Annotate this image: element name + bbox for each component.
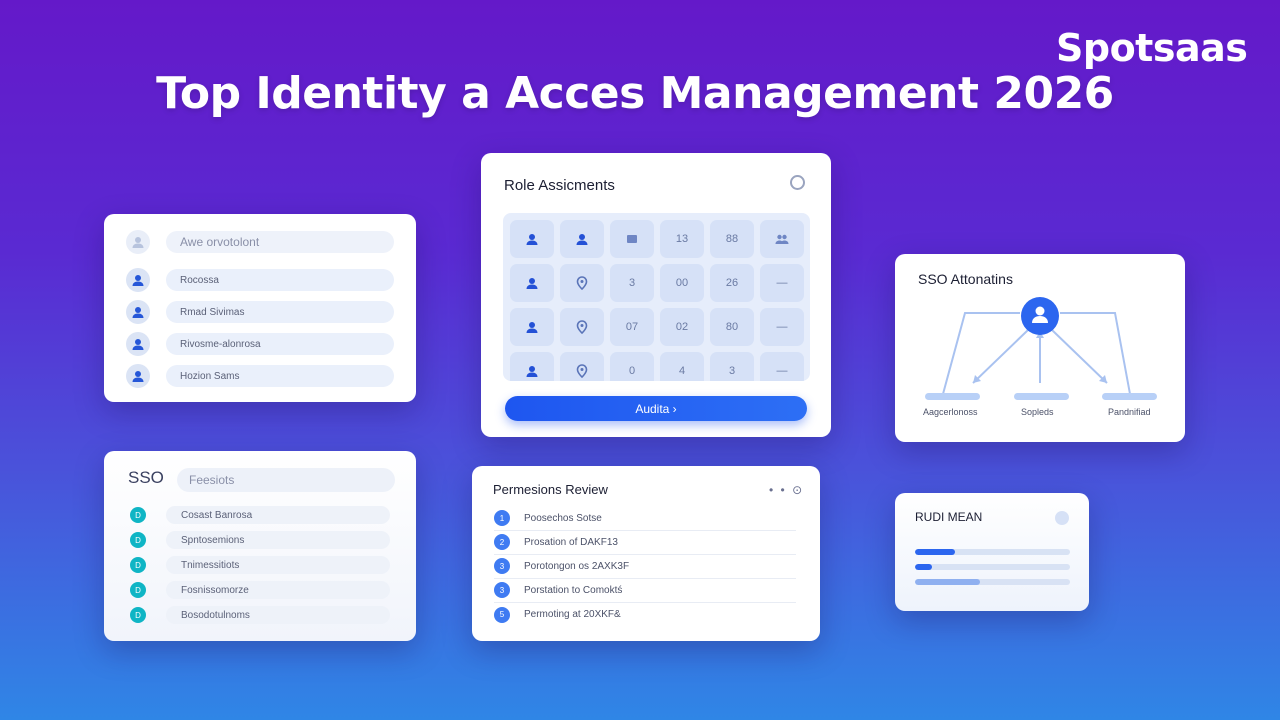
progress-fill (915, 564, 933, 570)
user-search[interactable]: Awe orvotolont (126, 230, 394, 254)
permission-row[interactable]: 3 Porotongon os 2AXK3F (494, 554, 796, 579)
session-row[interactable]: D Cosast Banrosa (130, 506, 390, 524)
user-icon[interactable] (510, 308, 554, 346)
square-icon[interactable] (610, 220, 654, 258)
progress-bar (915, 549, 1070, 555)
status-badge: D (130, 557, 146, 573)
session-row[interactable]: D Spntosemions (130, 531, 390, 549)
role-cell[interactable]: 4 (660, 352, 704, 381)
pin-icon[interactable] (560, 308, 604, 346)
search-input[interactable]: Feesiots (177, 468, 395, 492)
pin-icon[interactable] (560, 352, 604, 381)
session-name: Cosast Banrosa (166, 506, 390, 524)
permission-row[interactable]: 1 Poosechos Sotse (494, 506, 796, 531)
card-title: RUDI MEAN (915, 510, 983, 524)
user-name: Rocossa (166, 269, 394, 291)
status-badge: D (130, 507, 146, 523)
user-row[interactable]: Rocossa (126, 268, 394, 292)
permission-row[interactable]: 5 Permoting at 20XKF& (494, 602, 796, 627)
pin-icon[interactable] (560, 264, 604, 302)
user-icon[interactable] (510, 352, 554, 381)
session-name: Bosodotulnoms (166, 606, 390, 624)
user-name: Rivosme-alonrosa (166, 333, 394, 355)
progress-bar (915, 579, 1070, 585)
user-icon (126, 230, 150, 254)
row-number: 2 (494, 534, 510, 550)
row-number: 3 (494, 582, 510, 598)
user-row[interactable]: Hozion Sams (126, 364, 394, 388)
role-cell[interactable]: 88 (710, 220, 754, 258)
people-icon[interactable] (760, 220, 804, 258)
user-icon[interactable] (560, 220, 604, 258)
audit-button[interactable]: Audita › (505, 396, 807, 421)
permission-text: Porotongon os 2AXK3F (524, 560, 630, 572)
role-cell[interactable]: — (760, 308, 804, 346)
role-cell[interactable]: 26 (710, 264, 754, 302)
session-name: Fosnissomorze (166, 581, 390, 599)
flow-label: Aagcerlonoss (923, 407, 978, 417)
flow-label: Sopleds (1021, 407, 1054, 417)
user-icon[interactable] (510, 264, 554, 302)
permission-text: Prosation of DAKF13 (524, 536, 618, 548)
circle-icon[interactable] (1055, 511, 1069, 525)
role-cell[interactable]: 02 (660, 308, 704, 346)
page-headline: Top Identity a Acces Management 2026 (156, 68, 1114, 119)
progress-fill (915, 579, 981, 585)
rudi-mean-card: RUDI MEAN (895, 493, 1089, 611)
user-row[interactable]: Rmad Sivimas (126, 300, 394, 324)
role-cell[interactable]: 0 (610, 352, 654, 381)
progress-bar (915, 564, 1070, 570)
row-number: 3 (494, 558, 510, 574)
user-icon (126, 268, 150, 292)
permission-text: Poosechos Sotse (524, 512, 602, 524)
circle-icon[interactable] (790, 175, 805, 190)
user-icon (126, 332, 150, 356)
card-title: SSO (128, 468, 164, 487)
progress-fill (915, 549, 956, 555)
card-title: Role Assicments (504, 177, 615, 194)
role-cell[interactable]: 00 (660, 264, 704, 302)
session-row[interactable]: D Bosodotulnoms (130, 606, 390, 624)
brand-logo: Spotsaas (1056, 26, 1248, 70)
status-badge: D (130, 582, 146, 598)
session-row[interactable]: D Tnimessitiots (130, 556, 390, 574)
role-cell[interactable]: 80 (710, 308, 754, 346)
role-cell[interactable]: 13 (660, 220, 704, 258)
role-cell[interactable]: 07 (610, 308, 654, 346)
user-icon[interactable] (510, 220, 554, 258)
status-badge: D (130, 532, 146, 548)
flow-label: Pandnifiad (1108, 407, 1151, 417)
row-number: 5 (494, 606, 510, 623)
status-badge: D (130, 607, 146, 623)
user-name: Rmad Sivimas (166, 301, 394, 323)
permissions-review-card: Permesions Review • • ⊙ 1 Poosechos Sotse… (472, 466, 820, 641)
user-row[interactable]: Rivosme-alonrosa (126, 332, 394, 356)
role-assignments-card: Role Assicments 13 88 3 00 26—07 02 80—0 4 3— Au… (481, 153, 831, 437)
sso-sessions-card: SSO Feesiots D Cosast Banrosa D Spntosemion… (104, 451, 416, 641)
card-title: Permesions Review (493, 482, 608, 497)
user-icon (126, 300, 150, 324)
role-grid: 13 88 3 00 26—07 02 80—0 4 3— (503, 213, 810, 381)
permission-text: Permoting at 20XKF& (524, 609, 621, 620)
role-cell[interactable]: — (760, 352, 804, 381)
session-name: Spntosemions (166, 531, 390, 549)
search-input[interactable]: Awe orvotolont (166, 231, 394, 253)
more-icon[interactable]: • • ⊙ (769, 483, 804, 497)
role-cell[interactable]: 3 (710, 352, 754, 381)
user-name: Hozion Sams (166, 365, 394, 387)
permission-row[interactable]: 2 Prosation of DAKF13 (494, 530, 796, 555)
row-number: 1 (494, 510, 510, 526)
role-cell[interactable]: 3 (610, 264, 654, 302)
session-name: Tnimessitiots (166, 556, 390, 574)
permission-text: Porstation to Comoktś (524, 584, 623, 596)
user-icon (126, 364, 150, 388)
permission-row[interactable]: 3 Porstation to Comoktś (494, 578, 796, 603)
sso-auth-card: SSO Attonatins Aagcerlonoss Sopleds Pand… (895, 254, 1185, 442)
session-row[interactable]: D Fosnissomorze (130, 581, 390, 599)
users-card: Awe orvotolont Rocossa Rmad Sivimas Rivosm… (104, 214, 416, 402)
role-cell[interactable]: — (760, 264, 804, 302)
